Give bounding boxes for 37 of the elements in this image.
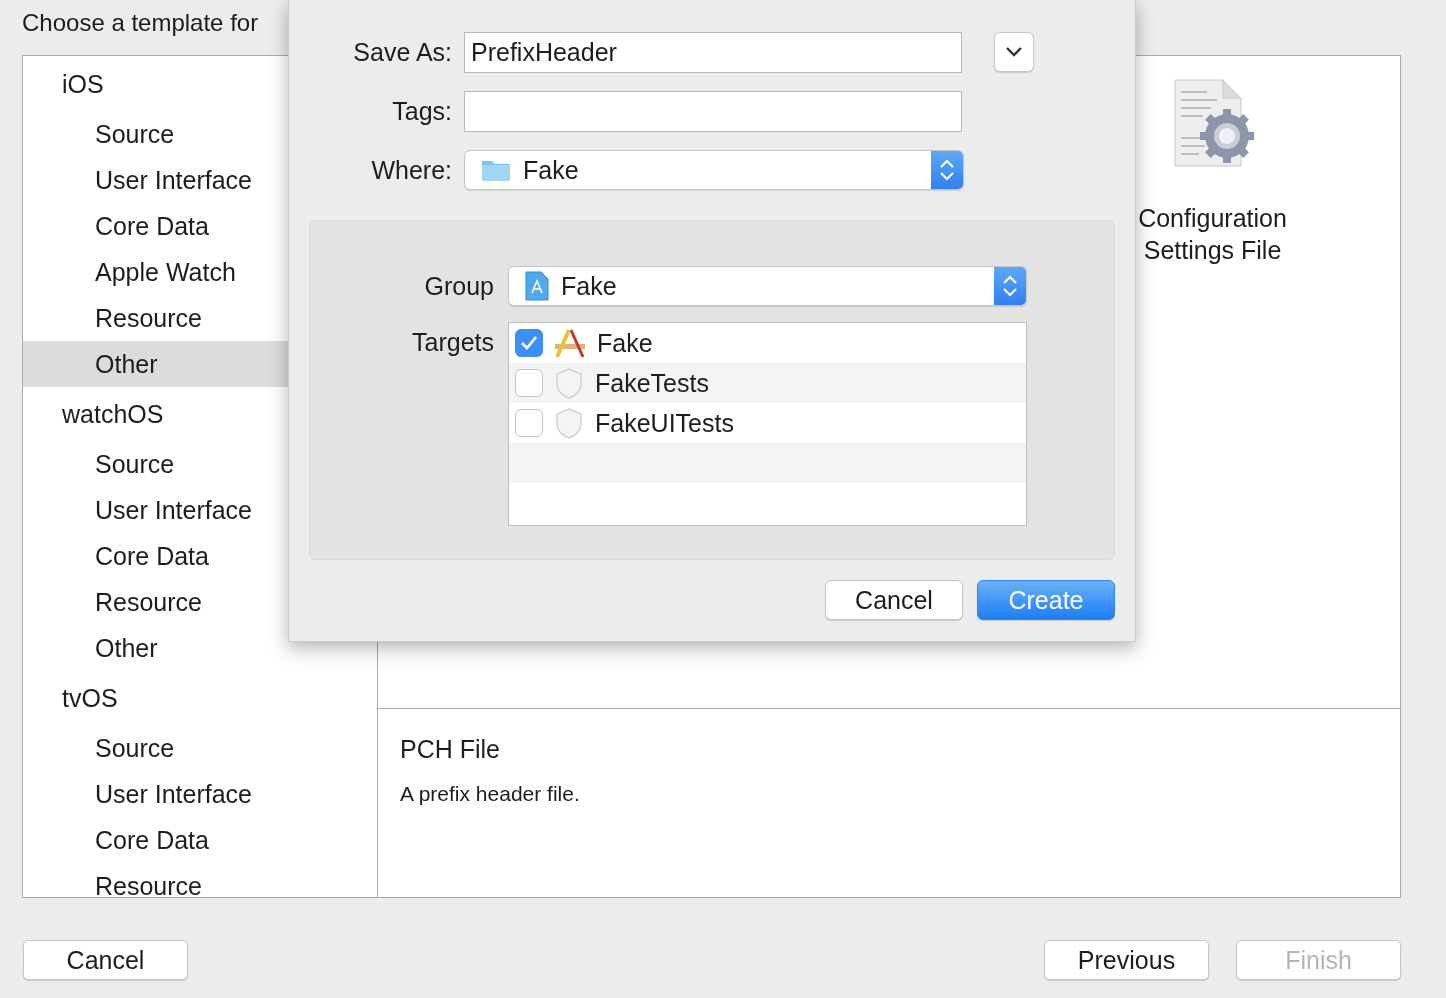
- checkmark-icon: [520, 335, 538, 351]
- sidebar-item[interactable]: Resource: [23, 863, 377, 897]
- checkbox[interactable]: [515, 369, 543, 397]
- sidebar-item[interactable]: Core Data: [23, 817, 377, 863]
- checkbox[interactable]: [515, 329, 543, 357]
- window-title: Choose a template for: [22, 9, 259, 36]
- field-label: Save As:: [352, 37, 452, 67]
- target-name: FakeTests: [595, 368, 709, 398]
- expand-button[interactable]: [994, 32, 1034, 72]
- sidebar-item[interactable]: User Interface: [23, 771, 377, 817]
- target-name: Fake: [597, 328, 653, 358]
- app-target-icon: [553, 327, 587, 359]
- field-label: Where:: [370, 155, 452, 185]
- group-popup[interactable]: Fake: [508, 266, 1027, 306]
- sidebar-section-header: iOS: [61, 68, 105, 100]
- sidebar-section-header: watchOS: [61, 398, 165, 430]
- project-file-icon: [525, 271, 549, 301]
- sidebar-item[interactable]: Other: [23, 625, 377, 671]
- cancel-button[interactable]: Cancel: [23, 940, 188, 980]
- template-title: PCH File: [400, 735, 501, 764]
- chevron-down-icon: [1005, 46, 1023, 58]
- checkbox[interactable]: [515, 409, 543, 437]
- tags-field[interactable]: [464, 90, 962, 132]
- where-popup[interactable]: Fake: [464, 150, 964, 190]
- field-label: Tags:: [391, 96, 452, 126]
- sidebar-section-header: tvOS: [61, 682, 119, 714]
- wizard-button[interactable]: Previous: [1044, 940, 1209, 980]
- template-description: A prefix header file.: [400, 782, 581, 806]
- test-target-icon: [553, 407, 585, 439]
- cancel-button[interactable]: Cancel: [825, 580, 963, 620]
- save-as-field[interactable]: PrefixHeader: [464, 31, 962, 73]
- folder-icon: [481, 158, 511, 182]
- target-name: FakeUITests: [595, 408, 734, 438]
- group-label: Group: [423, 271, 494, 301]
- sidebar-item[interactable]: Source: [23, 725, 377, 771]
- test-target-icon: [553, 367, 585, 399]
- targets-label: Targets: [411, 327, 494, 357]
